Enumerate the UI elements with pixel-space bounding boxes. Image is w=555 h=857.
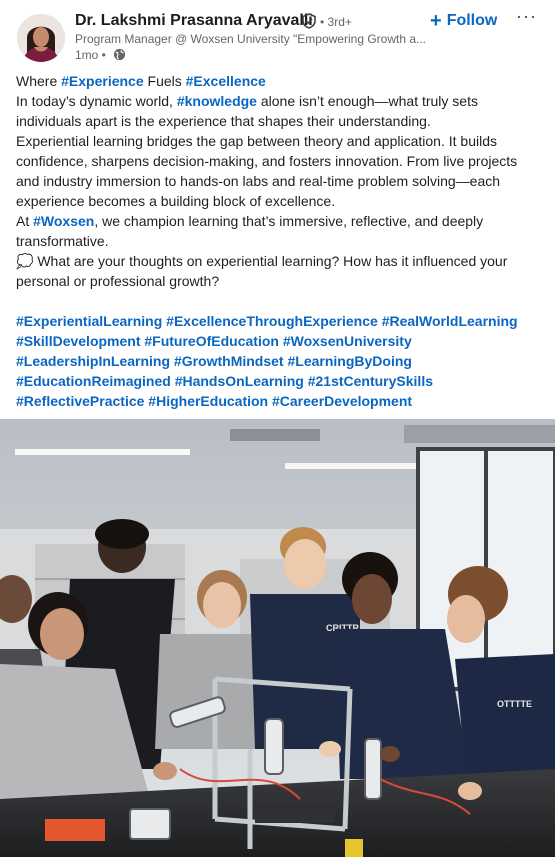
post-text: Where #Experience Fuels #Excellence In t… xyxy=(16,71,541,411)
post-question: 💭 What are your thoughts on experiential… xyxy=(16,251,541,291)
hashtag-list[interactable]: #ExperientialLearning #ExcellenceThrough… xyxy=(16,311,541,411)
author-avatar[interactable] xyxy=(17,14,65,62)
hashtag-excellence[interactable]: #Excellence xyxy=(186,73,266,89)
feed-post: Dr. Lakshmi Prasanna Aryavalli • 3rd+ Pr… xyxy=(0,0,555,857)
post-time: 1mo • xyxy=(75,48,106,62)
hashtag-experience[interactable]: #Experience xyxy=(61,73,144,89)
thought-bubble-icon: 💭 xyxy=(16,253,34,269)
plus-icon: + xyxy=(430,10,442,32)
hashtag-woxsen[interactable]: #Woxsen xyxy=(33,213,94,229)
follow-label: Follow xyxy=(446,12,498,29)
post-image[interactable]: CRITTR OTTTTE xyxy=(0,419,555,857)
post-line-4: At #Woxsen, we champion learning that’s … xyxy=(16,211,541,251)
connection-degree: • 3rd+ xyxy=(320,15,352,29)
follow-button[interactable]: + Follow xyxy=(430,10,497,32)
post-header: Dr. Lakshmi Prasanna Aryavalli • 3rd+ Pr… xyxy=(0,0,555,70)
text-span: Fuels xyxy=(143,73,186,89)
shirt-logo-2: OTTTTE xyxy=(497,699,532,709)
hashtag-knowledge[interactable]: #knowledge xyxy=(177,93,257,109)
post-line-2: In today’s dynamic world, #knowledge alo… xyxy=(16,91,541,131)
text-span: What are your thoughts on experiential l… xyxy=(16,253,508,289)
author-name[interactable]: Dr. Lakshmi Prasanna Aryavalli xyxy=(75,12,313,30)
globe-icon xyxy=(113,48,126,61)
text-span: At xyxy=(16,213,34,229)
text-span: Where xyxy=(16,73,62,89)
more-icon[interactable]: ··· xyxy=(516,6,540,32)
text-span: In today’s dynamic world, xyxy=(16,93,177,109)
post-line-1: Where #Experience Fuels #Excellence xyxy=(16,71,541,91)
verified-shield-icon xyxy=(302,13,316,29)
post-paragraph-3: Experiential learning bridges the gap be… xyxy=(16,133,518,209)
author-headline: Program Manager @ Woxsen University "Emp… xyxy=(75,32,427,46)
